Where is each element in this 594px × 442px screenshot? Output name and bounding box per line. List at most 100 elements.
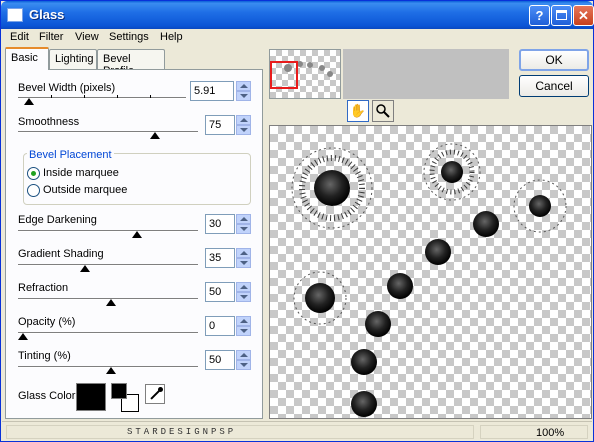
tab-lighting[interactable]: Lighting xyxy=(49,49,97,69)
spin-down-icon xyxy=(240,94,248,98)
spin-up-button[interactable] xyxy=(236,214,251,224)
bevel-width-input[interactable]: 5.91 xyxy=(190,81,234,101)
refraction-label: Refraction xyxy=(18,282,69,294)
window-title: Glass xyxy=(29,7,65,22)
slider-tick xyxy=(150,95,151,98)
glass-color-swatch[interactable] xyxy=(76,383,106,411)
glass-effect-preview xyxy=(291,143,567,417)
edge-darkening-slider-track[interactable] xyxy=(18,230,198,232)
spin-up-button[interactable] xyxy=(236,282,251,292)
glass-dialog-window: Glass ? ✕ Edit Filter View Settings Help… xyxy=(0,0,594,442)
spin-down-button[interactable] xyxy=(236,125,251,135)
refraction-slider-thumb[interactable] xyxy=(106,299,116,306)
status-zoom-pane: 100% xyxy=(480,425,588,439)
spin-down-button[interactable] xyxy=(236,258,251,268)
spin-up-icon xyxy=(240,251,248,255)
slider-tick xyxy=(51,95,52,98)
foreground-color-swatch[interactable] xyxy=(111,383,127,399)
inside-marquee-label[interactable]: Inside marquee xyxy=(43,167,119,179)
radio-selected-dot xyxy=(31,171,36,176)
gradient-shading-slider-thumb[interactable] xyxy=(80,265,90,272)
help-icon: ? xyxy=(535,8,544,23)
menu-filter[interactable]: Filter xyxy=(39,31,63,43)
gradient-shading-slider-track[interactable] xyxy=(18,264,198,266)
slider-tick xyxy=(117,95,118,98)
ok-button[interactable]: OK xyxy=(519,49,589,71)
maximize-button[interactable] xyxy=(551,5,572,26)
app-icon xyxy=(7,8,23,22)
spin-up-icon xyxy=(240,285,248,289)
edge-darkening-spinner[interactable] xyxy=(236,214,251,234)
spin-up-button[interactable] xyxy=(236,115,251,125)
opacity-slider-track[interactable] xyxy=(18,332,198,334)
opacity-spinner[interactable] xyxy=(236,316,251,336)
help-button[interactable]: ? xyxy=(529,5,550,26)
opacity-slider-thumb[interactable] xyxy=(18,333,28,340)
preview-navigator-rect[interactable] xyxy=(270,61,298,89)
refraction-spinner[interactable] xyxy=(236,282,251,302)
spin-down-icon xyxy=(240,227,248,231)
preview-area[interactable] xyxy=(269,125,592,419)
opacity-label: Opacity (%) xyxy=(18,316,76,328)
slider-tick xyxy=(84,95,85,98)
gradient-shading-input[interactable]: 35 xyxy=(205,248,235,268)
color-picker-button[interactable] xyxy=(145,384,165,404)
starburst-upper xyxy=(423,143,481,201)
spin-up-icon xyxy=(240,118,248,122)
gradient-shading-label: Gradient Shading xyxy=(18,248,104,260)
smoothness-slider-track[interactable] xyxy=(18,131,198,133)
smoothness-input[interactable]: 75 xyxy=(205,115,235,135)
edge-darkening-slider-thumb[interactable] xyxy=(132,231,142,238)
radio-inside-marquee[interactable] xyxy=(27,167,40,180)
spin-down-button[interactable] xyxy=(236,91,251,101)
spin-up-button[interactable] xyxy=(236,350,251,360)
menu-help[interactable]: Help xyxy=(160,31,183,43)
bevel-width-label: Bevel Width (pixels) xyxy=(18,82,116,94)
tinting-input[interactable]: 50 xyxy=(205,350,235,370)
menu-edit[interactable]: Edit xyxy=(10,31,29,43)
menu-view[interactable]: View xyxy=(75,31,99,43)
zoom-level: 100% xyxy=(536,427,565,439)
spin-down-button[interactable] xyxy=(236,326,251,336)
outside-marquee-label[interactable]: Outside marquee xyxy=(43,184,127,196)
bevel-width-spinner[interactable] xyxy=(236,81,251,101)
tinting-slider-thumb[interactable] xyxy=(106,367,116,374)
edge-darkening-input[interactable]: 30 xyxy=(205,214,235,234)
opacity-input[interactable]: 0 xyxy=(205,316,235,336)
spin-down-icon xyxy=(240,261,248,265)
refraction-input[interactable]: 50 xyxy=(205,282,235,302)
menu-settings[interactable]: Settings xyxy=(109,31,149,43)
spin-up-button[interactable] xyxy=(236,316,251,326)
status-bar: STARDESIGNPSP 100% xyxy=(2,421,592,441)
gradient-shading-spinner[interactable] xyxy=(236,248,251,268)
spin-up-button[interactable] xyxy=(236,81,251,91)
bevel-width-slider-thumb[interactable] xyxy=(24,98,34,105)
eyedropper-bulb xyxy=(158,387,163,392)
thumbnail-gray-area xyxy=(343,49,509,99)
tab-basic[interactable]: Basic xyxy=(5,47,49,70)
maximize-icon xyxy=(556,10,567,20)
spin-up-icon xyxy=(240,353,248,357)
spin-down-icon xyxy=(240,128,248,132)
radio-outside-marquee[interactable] xyxy=(27,184,40,197)
edge-darkening-label: Edge Darkening xyxy=(18,214,97,226)
tinting-spinner[interactable] xyxy=(236,350,251,370)
spin-down-button[interactable] xyxy=(236,360,251,370)
zoom-magnifier-icon[interactable] xyxy=(372,100,394,122)
spin-down-icon xyxy=(240,295,248,299)
tinting-label: Tinting (%) xyxy=(18,350,71,362)
menu-bar: Edit Filter View Settings Help xyxy=(2,29,592,48)
cancel-button[interactable]: Cancel xyxy=(519,75,589,97)
smoothness-spinner[interactable] xyxy=(236,115,251,135)
pan-hand-icon[interactable]: ✋ xyxy=(347,100,369,122)
status-message-pane: STARDESIGNPSP xyxy=(6,425,474,439)
tab-bevel-profile[interactable]: Bevel Profile xyxy=(97,49,165,77)
spin-down-button[interactable] xyxy=(236,224,251,234)
bevel-width-slider-track[interactable] xyxy=(18,97,186,99)
smoothness-slider-thumb[interactable] xyxy=(150,132,160,139)
close-button[interactable]: ✕ xyxy=(573,5,594,26)
spin-down-button[interactable] xyxy=(236,292,251,302)
spin-up-button[interactable] xyxy=(236,248,251,258)
smoothness-label: Smoothness xyxy=(18,116,80,128)
watermark-text: STARDESIGNPSP xyxy=(127,427,237,437)
